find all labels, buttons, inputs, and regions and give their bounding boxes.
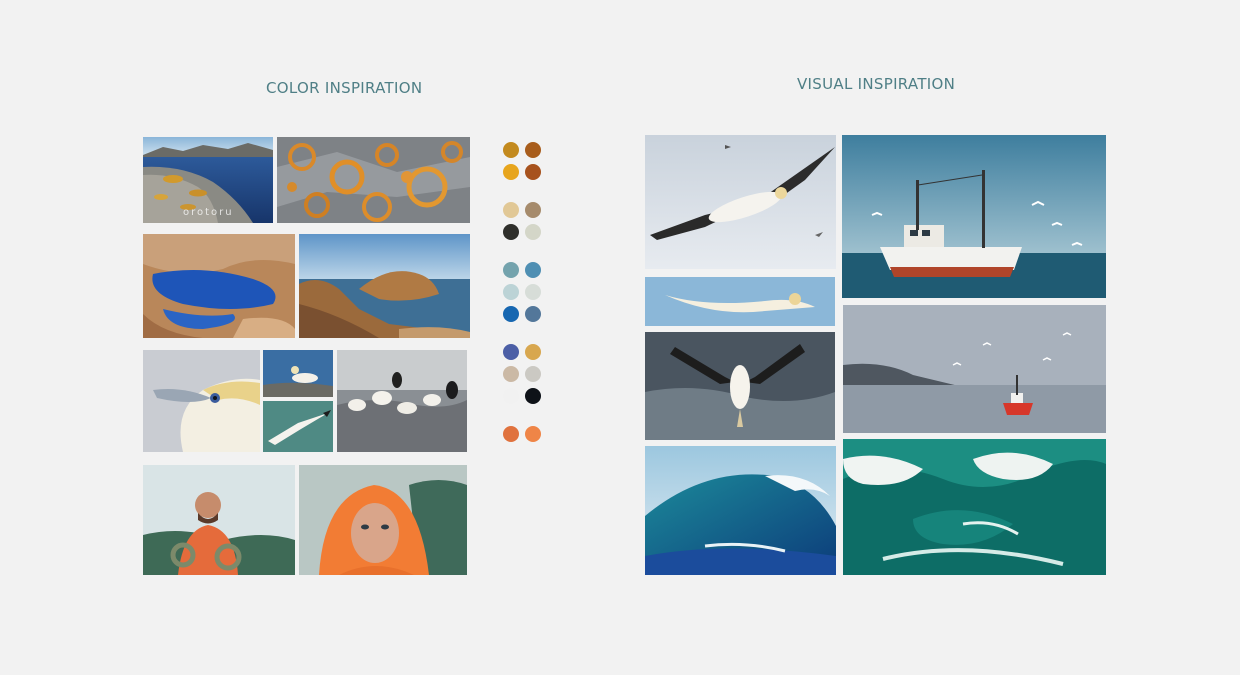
orange-lichen-rock-photo[interactable]: [277, 137, 470, 223]
gannet-in-flight-photo[interactable]: [645, 135, 836, 269]
fishing-boat-with-gulls-photo[interactable]: [842, 135, 1106, 298]
swatch-group-mixed: [503, 344, 543, 404]
fisherman-with-rope-photo[interactable]: [143, 465, 295, 575]
swatch-group-golds: [503, 142, 543, 180]
color-inspiration-heading: COLOR INSPIRATION: [266, 79, 423, 97]
man-in-orange-hood-photo[interactable]: [299, 465, 467, 575]
gannet-colony-photo[interactable]: [337, 350, 467, 452]
color-swatch[interactable]: [525, 366, 541, 382]
swatch-group-oranges: [503, 426, 543, 442]
color-swatch[interactable]: [503, 426, 519, 442]
rocky-coastline-photo[interactable]: [299, 234, 470, 338]
color-swatch[interactable]: [503, 164, 519, 180]
color-swatch[interactable]: [503, 142, 519, 158]
color-swatch[interactable]: [525, 262, 541, 278]
gannet-over-water-photo[interactable]: [263, 401, 333, 452]
color-swatch[interactable]: [525, 388, 541, 404]
boat-in-fjord-photo[interactable]: [843, 305, 1106, 433]
color-swatch[interactable]: [525, 284, 541, 300]
color-swatch[interactable]: [503, 306, 519, 322]
color-palette: [503, 142, 543, 464]
color-swatch[interactable]: [503, 388, 519, 404]
blue-rock-pool-photo[interactable]: [143, 234, 295, 338]
color-swatch[interactable]: [525, 344, 541, 360]
gannet-on-rock-photo[interactable]: [263, 350, 333, 397]
color-swatch[interactable]: [525, 224, 541, 240]
blue-curling-wave-photo[interactable]: [645, 446, 836, 575]
color-swatch[interactable]: [503, 224, 519, 240]
color-swatch[interactable]: [503, 366, 519, 382]
photo-watermark: orotoru: [183, 207, 234, 218]
color-swatch[interactable]: [525, 202, 541, 218]
color-swatch[interactable]: [503, 284, 519, 300]
green-breaking-wave-photo[interactable]: [843, 439, 1106, 575]
color-swatch[interactable]: [503, 344, 519, 360]
color-swatch[interactable]: [525, 306, 541, 322]
visual-inspiration-heading: VISUAL INSPIRATION: [797, 75, 956, 93]
swatch-group-blues: [503, 262, 543, 322]
gannet-head-closeup-photo[interactable]: [143, 350, 260, 452]
color-swatch[interactable]: [503, 262, 519, 278]
gannet-gliding-photo[interactable]: [645, 277, 835, 326]
gannet-diving-photo[interactable]: [645, 332, 835, 440]
color-swatch[interactable]: [525, 164, 541, 180]
color-swatch[interactable]: [503, 202, 519, 218]
rocky-lake-photo[interactable]: orotoru: [143, 137, 273, 223]
color-swatch[interactable]: [525, 142, 541, 158]
color-swatch[interactable]: [525, 426, 541, 442]
swatch-group-neutrals: [503, 202, 543, 240]
